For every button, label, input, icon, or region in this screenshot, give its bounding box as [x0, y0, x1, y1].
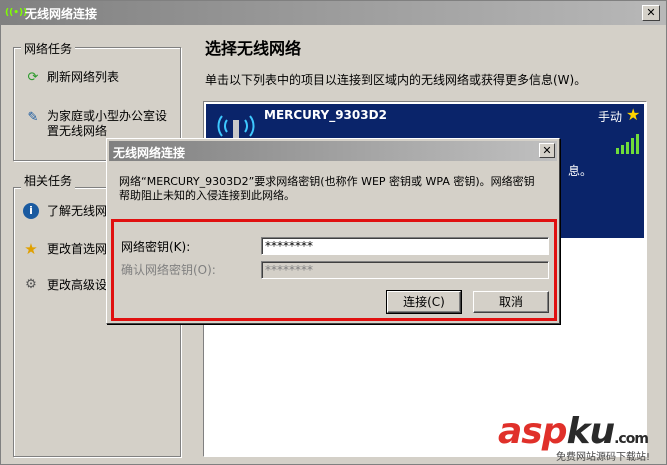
dialog-message-line1: 网络“MERCURY_9303D2”要求网络密钥(也称作 WEP 密钥或 WPA…	[119, 175, 535, 188]
star-icon: ★	[24, 240, 38, 258]
wireless-icon: ((•))	[5, 8, 28, 18]
instructions-text: 单击以下列表中的项目以连接到区域内的无线网络或获得更多信息(W)。	[205, 73, 587, 87]
dialog-message: 网络“MERCURY_9303D2”要求网络密钥(也称作 WEP 密钥或 WPA…	[119, 175, 559, 203]
related-tasks-title: 相关任务	[21, 172, 76, 189]
setup-link-line1: 为家庭或小型办公室设	[47, 109, 168, 123]
network-key-label: 网络密钥(K):	[121, 240, 191, 254]
setup-wireless-icon: ✎	[27, 110, 39, 125]
refresh-icon: ⟳	[27, 70, 39, 85]
setup-link-line2: 置无线网络	[47, 124, 108, 138]
page-title: 选择无线网络	[205, 39, 302, 58]
wireless-connection-window: ((•)) 无线网络连接 ✕ 网络任务 ⟳ 刷新网络列表 ✎ 为家庭或小型办公室…	[0, 0, 667, 465]
window-title: 无线网络连接	[25, 7, 98, 21]
info-icon: i	[23, 203, 39, 219]
setup-home-network-link[interactable]: 为家庭或小型办公室设 置无线网络	[47, 109, 167, 139]
dialog-close-button[interactable]: ✕	[539, 143, 555, 158]
network-mode: 手动	[598, 110, 623, 124]
change-preferred-networks-link[interactable]: 更改首选网	[47, 242, 107, 257]
dialog-title: 无线网络连接	[113, 146, 186, 160]
watermark-subtitle: 免费网站源码下载站!	[556, 452, 651, 463]
advanced-settings-icon: ⚙	[25, 277, 37, 292]
dialog-message-line2: 帮助阻止未知的入侵连接到此网络。	[119, 189, 295, 202]
watermark-logo: aspku.com	[498, 411, 649, 452]
signal-strength-icon	[616, 134, 639, 154]
close-button[interactable]: ✕	[642, 5, 660, 21]
connect-button[interactable]: 连接(C)	[386, 290, 462, 314]
network-key-dialog: 无线网络连接 ✕ 网络“MERCURY_9303D2”要求网络密钥(也称作 WE…	[106, 138, 560, 324]
network-info-text: 息。	[568, 164, 593, 178]
cancel-button[interactable]: 取消	[473, 291, 549, 313]
network-key-input[interactable]: ********	[261, 237, 549, 255]
window-titlebar[interactable]: ((•)) 无线网络连接 ✕	[1, 1, 666, 25]
confirm-key-input[interactable]: ********	[261, 261, 549, 279]
change-advanced-settings-link[interactable]: 更改高级设	[47, 278, 107, 293]
refresh-network-list-link[interactable]: 刷新网络列表	[47, 70, 119, 85]
network-ssid: MERCURY_9303D2	[264, 108, 387, 122]
dialog-titlebar[interactable]: 无线网络连接 ✕	[109, 141, 557, 161]
preferred-star-icon: ★	[626, 105, 641, 124]
confirm-key-label: 确认网络密钥(O):	[121, 263, 216, 277]
network-tasks-title: 网络任务	[21, 40, 76, 57]
learn-wireless-link[interactable]: 了解无线网	[47, 204, 107, 219]
